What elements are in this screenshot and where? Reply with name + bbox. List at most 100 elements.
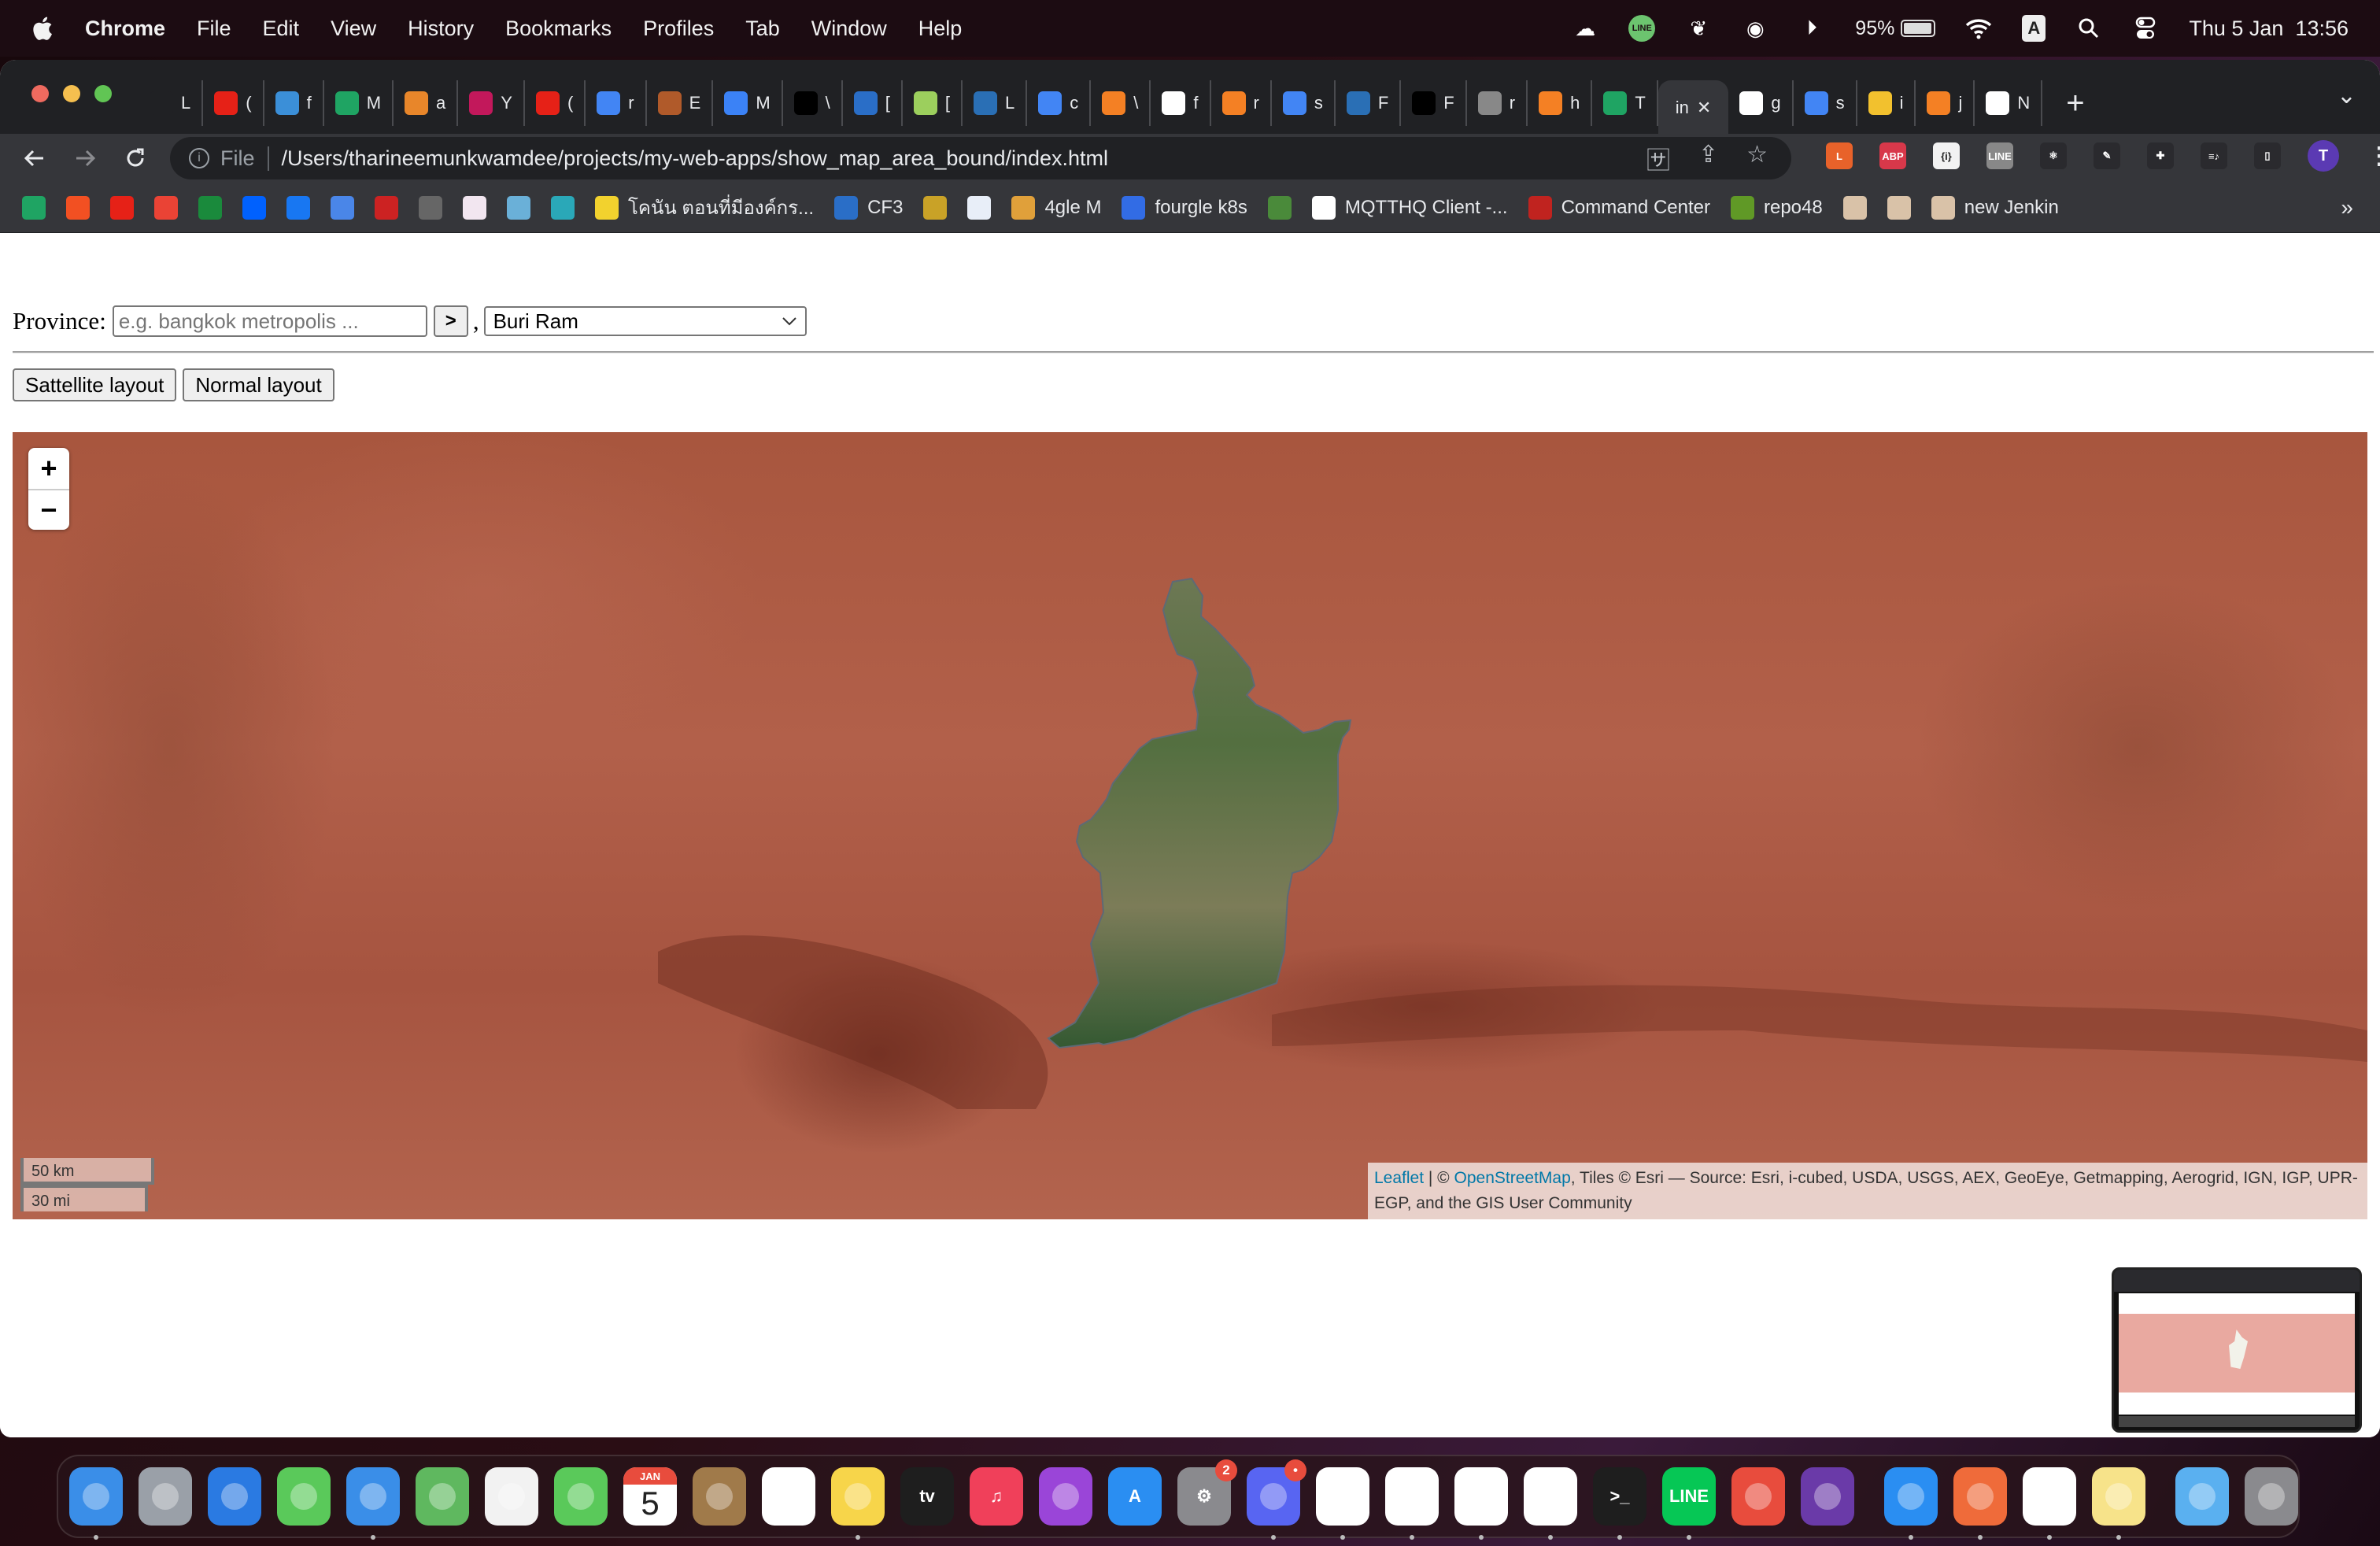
bookmark-item[interactable]: MQTTHQ Client -...: [1311, 195, 1508, 220]
site-info-icon[interactable]: i: [189, 148, 209, 168]
bookmark-item[interactable]: repo48: [1730, 195, 1823, 220]
back-button[interactable]: [19, 142, 50, 174]
dock-app-reminders[interactable]: [762, 1467, 815, 1526]
zoom-window-button[interactable]: [94, 85, 112, 102]
bookmark-item[interactable]: [66, 195, 90, 220]
url-text[interactable]: /Users/tharineemunkwamdee/projects/my-we…: [282, 146, 1109, 171]
dock-app-discord[interactable]: •: [1247, 1459, 1306, 1540]
menu-tab[interactable]: Tab: [745, 17, 780, 41]
province-boundary-buri-ram[interactable]: [1047, 577, 1352, 1049]
zoom-out-button[interactable]: −: [28, 489, 69, 530]
new-tab-button[interactable]: +: [2066, 86, 2084, 121]
dock-app-postman[interactable]: [1953, 1467, 2007, 1540]
menu-app-name[interactable]: Chrome: [85, 17, 165, 41]
menu-history[interactable]: History: [408, 17, 474, 41]
dock-app-calendar[interactable]: JAN 5: [623, 1467, 677, 1526]
dock-app-safari[interactable]: [208, 1467, 261, 1526]
extensions-puzzle-icon[interactable]: ✚: [2147, 142, 2174, 169]
dock-app-system-settings[interactable]: ⚙ 2: [1177, 1459, 1237, 1526]
bookmark-item[interactable]: [551, 195, 575, 220]
tab[interactable]: r: [1211, 80, 1272, 126]
menu-profiles[interactable]: Profiles: [643, 17, 714, 41]
tab[interactable]: s: [1794, 80, 1857, 126]
menu-file[interactable]: File: [197, 17, 231, 41]
dock-app-contacts[interactable]: [693, 1467, 746, 1526]
dock-app-app-store[interactable]: A: [1108, 1467, 1162, 1526]
share-icon[interactable]: ⇪: [1698, 141, 1718, 176]
forward-button[interactable]: [69, 142, 101, 174]
battery-status[interactable]: 95%: [1855, 17, 1936, 40]
apple-menu-icon[interactable]: [30, 15, 54, 42]
dock-app-launchpad[interactable]: [139, 1467, 192, 1526]
dock-app-magnifier[interactable]: [1731, 1467, 1785, 1526]
line-icon[interactable]: LINE: [1986, 142, 2013, 169]
wifi-icon[interactable]: [1965, 15, 1992, 42]
tab[interactable]: c: [1027, 80, 1092, 126]
zoom-in-button[interactable]: +: [28, 448, 69, 489]
translate-icon[interactable]: 🈂: [1646, 141, 1670, 176]
json-viewer-icon[interactable]: {i}: [1933, 142, 1960, 169]
bookmark-item[interactable]: [375, 195, 398, 220]
tab[interactable]: Y: [458, 80, 525, 126]
tab[interactable]: f: [264, 80, 324, 126]
dock-app-apple-tv[interactable]: tv: [900, 1467, 954, 1526]
leaflet-link[interactable]: Leaflet: [1374, 1169, 1424, 1187]
bookmark-item[interactable]: new Jenkin: [1931, 195, 2059, 220]
normal-layout-button[interactable]: Normal layout: [183, 368, 334, 401]
control-center-icon[interactable]: [2132, 15, 2159, 42]
bookmark-item[interactable]: CF3: [834, 195, 903, 220]
tab[interactable]: s: [1272, 80, 1336, 126]
icloud-icon[interactable]: ☁: [1572, 15, 1598, 42]
tab-active[interactable]: in ✕: [1658, 80, 1729, 135]
bookmark-item[interactable]: [923, 195, 948, 220]
tab[interactable]: f: [1151, 80, 1211, 126]
dock-app-chrome[interactable]: [1316, 1467, 1369, 1540]
dock-app-maps[interactable]: [416, 1467, 469, 1526]
bookmark-item[interactable]: [1267, 195, 1292, 220]
adblock-plus-icon[interactable]: ABP: [1879, 142, 1906, 169]
satellite-layout-button[interactable]: Sattellite layout: [13, 368, 177, 401]
tab[interactable]: F: [1401, 80, 1467, 126]
dock-app-line[interactable]: LINE: [1662, 1467, 1716, 1540]
dock-app-downloads-folder[interactable]: [2175, 1467, 2229, 1526]
dock-app-photos[interactable]: [485, 1467, 538, 1526]
dock-app-trash[interactable]: [2245, 1467, 2298, 1526]
bookmark-item[interactable]: [419, 195, 442, 220]
tab[interactable]: a: [394, 80, 459, 126]
clock[interactable]: Thu 5 Jan 13:56: [2189, 17, 2349, 41]
bookmark-item[interactable]: [331, 195, 354, 220]
screenshot-thumbnail[interactable]: [2112, 1267, 2362, 1433]
dock-app-vscode[interactable]: [1524, 1467, 1577, 1540]
close-window-button[interactable]: [31, 85, 49, 102]
bookmark-star-icon[interactable]: ☆: [1746, 141, 1768, 176]
tab[interactable]: F: [1336, 80, 1402, 126]
tab[interactable]: (: [203, 80, 264, 126]
province-search-button[interactable]: >: [433, 305, 468, 337]
bookmark-item[interactable]: โคนัน ตอนที่มีองค์กร...: [595, 192, 814, 223]
bookmark-item[interactable]: fourgle k8s: [1122, 195, 1247, 220]
bookmark-item[interactable]: [507, 195, 530, 220]
close-tab-icon[interactable]: ✕: [1697, 98, 1711, 118]
bookmark-item[interactable]: [154, 195, 178, 220]
tab-search-chevron-icon[interactable]: ⌄: [2337, 82, 2356, 109]
bookmark-item[interactable]: 4gle M: [1011, 195, 1101, 220]
leaflet-map[interactable]: + − 50 km 30 mi Leaflet | © OpenStreetMa…: [13, 432, 2367, 1219]
bookmark-item[interactable]: [967, 195, 992, 220]
dock-app-messages[interactable]: [277, 1467, 331, 1526]
tab[interactable]: i: [1857, 80, 1916, 126]
tab[interactable]: [: [843, 80, 903, 126]
side-panel-icon[interactable]: ▯: [2254, 142, 2281, 169]
tab[interactable]: \: [783, 80, 843, 126]
bookmarks-overflow-button[interactable]: »: [2341, 195, 2353, 220]
chrome-menu-icon[interactable]: ⋮: [2366, 142, 2380, 169]
dock-app-mail[interactable]: [346, 1467, 400, 1540]
bookmark-item[interactable]: [198, 195, 222, 220]
tab[interactable]: M: [713, 80, 783, 126]
province-search-input[interactable]: [112, 305, 427, 337]
dock-app-notes[interactable]: [831, 1467, 885, 1540]
tab[interactable]: L: [963, 80, 1028, 126]
media-controls-icon[interactable]: ≡♪: [2201, 142, 2227, 169]
bookmark-item[interactable]: [1842, 195, 1867, 220]
color-picker-icon[interactable]: ✎: [2094, 142, 2120, 169]
spotlight-search-icon[interactable]: [2075, 15, 2102, 42]
